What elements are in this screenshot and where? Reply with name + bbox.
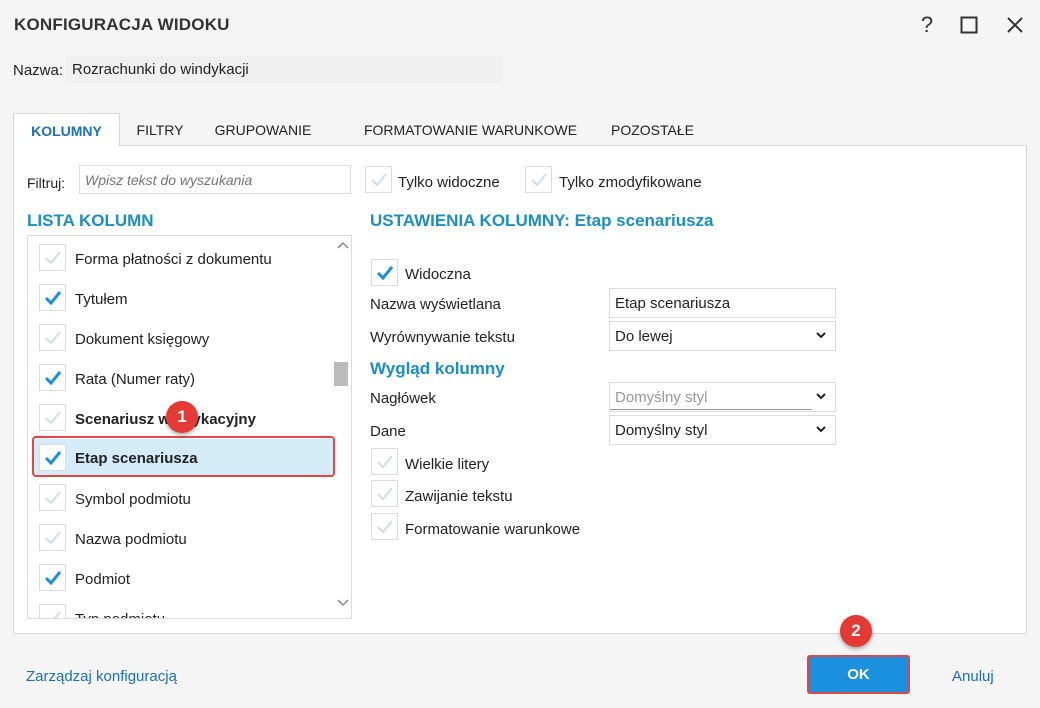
list-item[interactable]: Typ podmiotu <box>28 598 336 618</box>
chevron-down-icon <box>816 393 826 400</box>
list-item-label: Forma płatności z dokumentu <box>75 251 272 268</box>
filter-label: Filtruj: <box>27 175 66 191</box>
wrap-text-checkbox[interactable] <box>371 480 398 507</box>
list-item[interactable]: Tytułem <box>28 278 336 318</box>
list-item-label: Rata (Numer raty) <box>75 371 196 388</box>
maximize-icon[interactable] <box>954 10 984 40</box>
list-item-label: Symbol podmiotu <box>75 491 191 508</box>
columns-list-title: LISTA KOLUMN <box>27 211 154 230</box>
checkmark-icon <box>376 265 393 280</box>
visible-label: Widoczna <box>405 266 471 283</box>
cancel-link[interactable]: Anuluj <box>952 668 994 685</box>
list-item-label: Typ podmiotu <box>75 611 165 618</box>
checkmark-icon <box>44 410 61 424</box>
header-style-label: Nagłówek <box>370 390 436 407</box>
ok-button[interactable]: OK <box>807 655 910 694</box>
list-item-label: Nazwa podmiotu <box>75 531 187 548</box>
list-item-label: Dokument księgowy <box>75 331 210 348</box>
only-modified-label: Tylko zmodyfikowane <box>559 174 702 191</box>
data-style-label: Dane <box>370 423 406 440</box>
name-field[interactable]: Rozrachunki do windykacji <box>66 55 503 83</box>
tab-kolumny[interactable]: KOLUMNY <box>13 113 120 146</box>
checkmark-icon <box>44 370 61 385</box>
highlight-box-selected-item <box>32 436 335 477</box>
conditional-format-label: Formatowanie warunkowe <box>405 521 581 538</box>
list-item-label: Podmiot <box>75 571 131 588</box>
checkmark-icon <box>44 330 61 344</box>
column-settings-title: USTAWIENIA KOLUMNY: Etap scenariusza <box>370 211 714 230</box>
list-item[interactable]: Rata (Numer raty) <box>28 358 336 398</box>
list-item[interactable]: Podmiot <box>28 558 336 598</box>
data-style-value: Domyślny styl <box>615 422 708 439</box>
data-style-select[interactable]: Domyślny styl <box>609 415 836 445</box>
step-badge-2: 2 <box>840 615 872 647</box>
checkmark-icon <box>45 610 61 618</box>
checkmark-icon <box>376 519 393 533</box>
scroll-down-icon[interactable] <box>336 597 350 611</box>
header-style-select[interactable]: Domyślny styl <box>609 382 836 412</box>
tab-grupowanie[interactable]: GRUPOWANIE <box>203 113 323 146</box>
chevron-down-icon <box>816 426 826 433</box>
list-item[interactable]: Nazwa podmiotu <box>28 518 336 558</box>
tab-formatowanie-warunkowe[interactable]: FORMATOWANIE WARUNKOWE <box>343 113 598 146</box>
tab-filtry[interactable]: FILTRY <box>125 113 195 146</box>
checkmark-icon <box>44 290 61 305</box>
alignment-select-value: Do lewej <box>615 328 673 345</box>
checkmark-icon <box>376 486 393 500</box>
checkmark-icon <box>44 250 61 264</box>
scroll-up-icon[interactable] <box>336 239 350 253</box>
title-bar: KONFIGURACJA WIDOKU ? <box>0 0 1040 50</box>
close-icon[interactable] <box>1000 10 1030 40</box>
list-item[interactable]: Symbol podmiotu <box>28 478 336 518</box>
scrollbar-thumb[interactable] <box>334 362 348 386</box>
only-visible-label: Tylko widoczne <box>398 174 500 191</box>
wrap-text-label: Zawijanie tekstu <box>405 488 513 505</box>
manage-configuration-link[interactable]: Zarządzaj konfiguracją <box>26 668 177 685</box>
alignment-label: Wyrównywanie tekstu <box>370 329 515 346</box>
list-item[interactable]: Dokument księgowy <box>28 318 336 358</box>
help-icon[interactable]: ? <box>912 10 942 40</box>
list-item-label: Tytułem <box>75 291 128 308</box>
step-badge-1: 1 <box>166 401 198 433</box>
display-name-input[interactable]: Etap scenariusza <box>609 288 836 318</box>
checkmark-icon <box>370 172 387 186</box>
checkmark-icon <box>44 490 61 504</box>
list-item[interactable]: Forma płatności z dokumentu <box>28 238 336 278</box>
display-name-label: Nazwa wyświetlana <box>370 296 501 313</box>
name-label: Nazwa: <box>13 62 64 79</box>
alignment-select[interactable]: Do lewej <box>609 321 836 351</box>
uppercase-label: Wielkie litery <box>405 456 490 473</box>
filter-input[interactable] <box>79 165 351 194</box>
only-visible-checkbox[interactable] <box>365 166 392 193</box>
header-style-value: Domyślny styl <box>615 389 708 406</box>
chevron-down-icon <box>816 332 826 339</box>
window-title: KONFIGURACJA WIDOKU <box>14 15 230 34</box>
only-modified-checkbox[interactable] <box>525 166 552 193</box>
visible-checkbox[interactable] <box>371 259 398 286</box>
header-style-underline <box>610 409 812 410</box>
checkmark-icon <box>44 530 61 544</box>
tab-pozostale[interactable]: POZOSTAŁE <box>605 113 700 146</box>
uppercase-checkbox[interactable] <box>371 448 398 475</box>
checkmark-icon <box>530 172 547 186</box>
checkmark-icon <box>376 454 393 468</box>
conditional-format-checkbox[interactable] <box>371 513 398 540</box>
appearance-title: Wygląd kolumny <box>370 359 505 378</box>
checkmark-icon <box>44 570 61 585</box>
